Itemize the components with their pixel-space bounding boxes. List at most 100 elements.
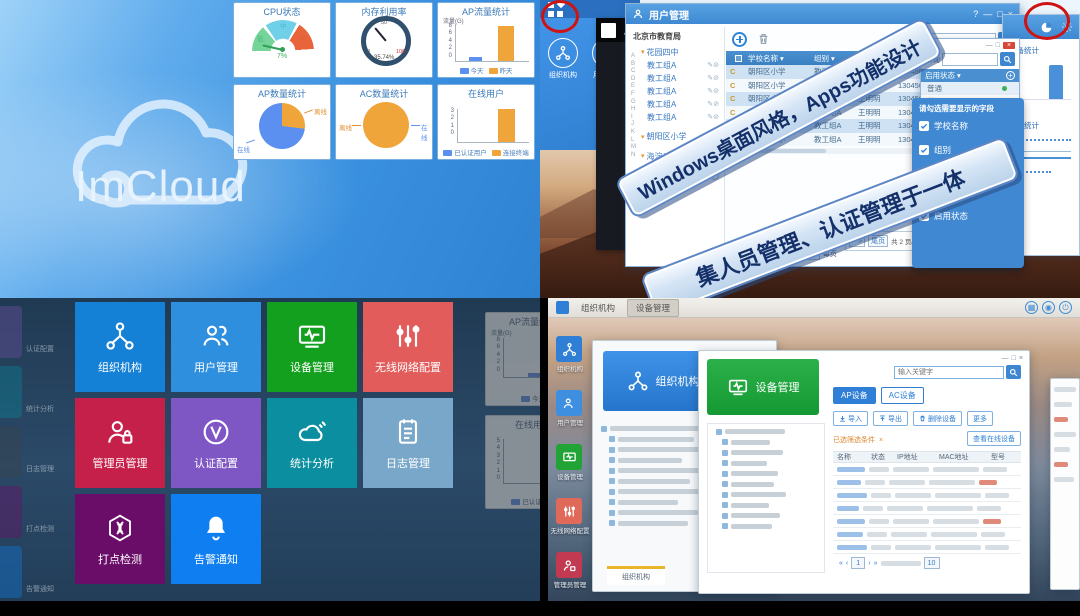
ghost-tile-label: 认证配置 <box>26 344 54 354</box>
edit-disable-icons[interactable]: ✎⊘ <box>707 100 719 108</box>
add-column-icon[interactable]: + <box>1006 71 1015 80</box>
query-row[interactable]: 普通 <box>921 82 1019 95</box>
minimize-button[interactable]: — <box>986 42 993 49</box>
help-button[interactable]: ? <box>973 9 978 19</box>
card-title: AP数量统计 <box>234 87 330 100</box>
tree-item[interactable]: 教工组A✎⊘ <box>629 58 724 71</box>
start-tiles-icon[interactable] <box>601 23 616 38</box>
tile-label: 用户管理 <box>194 359 238 375</box>
blurred-device-row[interactable] <box>833 515 1021 528</box>
page-size-input[interactable]: 10 <box>924 557 940 569</box>
first-page-button[interactable]: « <box>839 560 843 567</box>
tree-item[interactable]: 教工组A✎⊘ <box>629 110 724 123</box>
sidebar-item-devices[interactable] <box>556 444 582 470</box>
tree-group[interactable]: ▾花园四中 <box>629 44 724 58</box>
tree-item[interactable] <box>722 460 816 466</box>
filter-close-icon[interactable]: × <box>879 437 883 444</box>
ghost-tile <box>0 426 22 478</box>
tree-item[interactable]: 教工组A✎⊘ <box>629 71 724 84</box>
import-button[interactable]: 导入 <box>833 411 868 426</box>
tab-ap-devices[interactable]: AP设备 <box>833 387 876 404</box>
tile-auth-config[interactable]: 认证配置 <box>171 398 261 488</box>
checkbox-checked-icon[interactable] <box>919 145 929 155</box>
tree-item[interactable] <box>722 492 816 498</box>
app-icon-org[interactable]: 组织机构 <box>548 38 578 80</box>
field-option[interactable]: 学校名称 <box>919 120 1017 132</box>
sidebar-item-wireless[interactable] <box>556 498 582 524</box>
card-title: 在线用户 <box>438 87 534 100</box>
select-all-checkbox[interactable] <box>735 55 742 62</box>
more-button[interactable]: 更多 <box>967 411 993 426</box>
tile-alerts[interactable]: 告警通知 <box>171 494 261 584</box>
blurred-device-row[interactable] <box>833 476 1021 489</box>
delete-devices-button[interactable]: 删除设备 <box>913 411 962 426</box>
status-column-header[interactable]: 启用状态▾ + <box>921 69 1019 82</box>
blurred-device-row[interactable] <box>833 463 1021 476</box>
tile-org[interactable]: 组织机构 <box>75 302 165 392</box>
tile-users[interactable]: 用户管理 <box>171 302 261 392</box>
minimize-button[interactable]: — <box>1002 355 1009 362</box>
tree-item[interactable] <box>722 523 816 529</box>
sidebar-item-users[interactable] <box>556 390 582 416</box>
tree-item[interactable] <box>722 439 816 445</box>
sidebar-item-org[interactable] <box>556 336 582 362</box>
edit-disable-icons[interactable]: ✎⊘ <box>707 74 719 82</box>
tree-item[interactable] <box>722 502 816 508</box>
stats-icon[interactable]: ▦ <box>1025 301 1038 314</box>
minimize-button[interactable]: — <box>983 9 992 19</box>
sidebar-item-admins[interactable] <box>556 552 582 578</box>
page-number[interactable]: 1 <box>851 557 865 569</box>
tile-stats[interactable]: 统计分析 <box>267 398 357 488</box>
last-page-button[interactable]: » <box>874 560 878 567</box>
ac-count-pie <box>363 102 409 148</box>
add-user-button[interactable] <box>732 32 747 47</box>
user-icon[interactable]: ◉ <box>1042 301 1055 314</box>
edit-disable-icons[interactable]: ✎⊘ <box>707 113 719 121</box>
close-button[interactable]: × <box>1003 42 1015 49</box>
close-button[interactable]: × <box>1019 355 1023 362</box>
checkbox-checked-icon[interactable] <box>919 121 929 131</box>
bottom-tab-org[interactable]: 组织机构 <box>607 566 665 585</box>
tile-probe[interactable]: 打点检测 <box>75 494 165 584</box>
tile-admins[interactable]: 管理员管理 <box>75 398 165 488</box>
device-panel-header[interactable]: 设备管理 <box>707 359 819 415</box>
tile-logs[interactable]: 日志管理 <box>363 398 453 488</box>
device-search-button[interactable] <box>1006 365 1021 379</box>
window-titlebar[interactable]: 用户管理 ? — □ × <box>626 4 1019 24</box>
prev-page-button[interactable]: ‹ <box>846 560 848 567</box>
export-button[interactable]: 导出 <box>873 411 908 426</box>
next-page-button[interactable]: › <box>868 560 870 567</box>
query-search-button[interactable] <box>1000 52 1015 66</box>
tree-item[interactable] <box>722 513 816 519</box>
tab-org[interactable]: 组织机构 <box>573 300 623 316</box>
power-icon[interactable]: ⏻ <box>1059 301 1072 314</box>
device-search-input[interactable] <box>894 366 1004 379</box>
tile-wireless-config[interactable]: 无线网络配置 <box>363 302 453 392</box>
tree-item[interactable] <box>722 481 816 487</box>
view-online-devices-button[interactable]: 查看在线设备 <box>967 431 1021 446</box>
alphabet-index[interactable]: A B C D E F G H I J K L M N <box>631 53 636 159</box>
tree-item[interactable] <box>722 471 816 477</box>
tile-devices[interactable]: 设备管理 <box>267 302 357 392</box>
tree-item[interactable]: 教工组A✎⊘ <box>629 97 724 110</box>
last-page-button[interactable]: 尾页 <box>868 235 888 247</box>
query-input[interactable] <box>942 53 998 66</box>
blurred-device-row[interactable] <box>833 528 1021 541</box>
edit-disable-icons[interactable]: ✎⊘ <box>707 61 719 69</box>
tab-devices[interactable]: 设备管理 <box>627 299 679 317</box>
column-school[interactable]: 学校名称▾ <box>744 53 810 64</box>
tree-item[interactable] <box>722 450 816 456</box>
tree-item[interactable]: 教工组A✎⊘ <box>629 84 724 97</box>
online-users-card: 在线用户 3 2 1 0 已认证用户 连接终端 <box>437 84 535 160</box>
edit-disable-icons[interactable]: ✎⊘ <box>707 87 719 95</box>
maximize-button[interactable]: □ <box>996 42 1000 49</box>
delete-trash-icon[interactable] <box>757 32 770 46</box>
tree-item[interactable] <box>716 429 816 435</box>
blurred-device-row[interactable] <box>833 541 1021 554</box>
tab-ac-devices[interactable]: AC设备 <box>881 387 924 404</box>
blurred-device-row[interactable] <box>833 502 1021 515</box>
blurred-device-row[interactable] <box>833 489 1021 502</box>
device-tree-blurred <box>707 423 825 573</box>
org-root[interactable]: 北京市教育局 <box>629 27 724 44</box>
maximize-button[interactable]: □ <box>1012 355 1016 362</box>
